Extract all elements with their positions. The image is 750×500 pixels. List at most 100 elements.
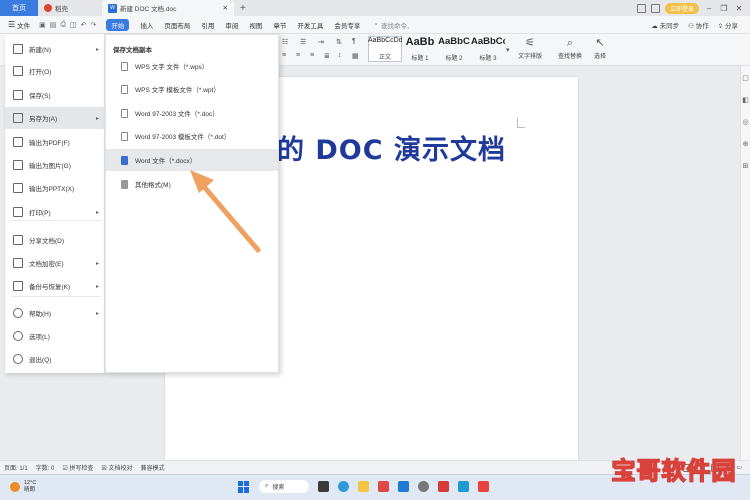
- text-layout-button[interactable]: ⚟ 文字排版: [518, 37, 542, 60]
- save-format-item-3[interactable]: Word 97-2003 模板文件（*.dot）: [106, 125, 278, 147]
- find-replace-button[interactable]: ⌕ 查找替换: [558, 37, 582, 60]
- undo-icon[interactable]: ↶: [81, 21, 87, 29]
- ribbon-tab-5[interactable]: 视图: [249, 20, 262, 30]
- edge-icon[interactable]: [338, 481, 349, 492]
- window-layout-icon[interactable]: [636, 3, 646, 13]
- ribbon-tab-1[interactable]: 插入: [140, 20, 153, 30]
- maximize-icon[interactable]: ❐: [719, 4, 729, 13]
- collab-button[interactable]: ⚇ 协作: [688, 20, 709, 30]
- redo-icon[interactable]: ↷: [91, 21, 97, 29]
- select-button[interactable]: ↖ 选择: [594, 37, 606, 60]
- file-menu-panel: 新建(N) ▸ 打开(O) 保存(S) 另存为(A) ▸ 输出为PDF(F) 输出为图片(G)…: [5, 34, 105, 373]
- command-search[interactable]: ⌕ 查找命令、: [374, 20, 444, 30]
- file-menu-item-10[interactable]: 备份与恢复(K) ▸: [5, 275, 105, 297]
- justify-icon[interactable]: ≣: [324, 52, 330, 60]
- ribbon-tab-4[interactable]: 审阅: [225, 20, 238, 30]
- save-format-item-4[interactable]: Word 文件（*.docx）: [106, 149, 278, 171]
- style-heading-3[interactable]: AaBbCc 标题 3: [471, 36, 505, 62]
- style-heading-2[interactable]: AaBbC 标题 2: [437, 36, 471, 62]
- sort-icon[interactable]: ⇅: [336, 38, 342, 46]
- windows-start-icon[interactable]: [238, 480, 250, 493]
- ribbon-tab-0[interactable]: 开始: [106, 18, 130, 31]
- file-menu-item-6[interactable]: 输出为PPTX(X): [5, 177, 105, 199]
- style-heading-1-sample: AaBb: [405, 36, 435, 48]
- bullet-list-icon[interactable]: ☷: [282, 38, 288, 46]
- side-tool-icon-1[interactable]: ▢: [742, 74, 749, 82]
- quick-export-icon[interactable]: ▤: [50, 21, 57, 29]
- login-button[interactable]: 立即登录: [664, 2, 699, 14]
- task-view-icon[interactable]: [318, 481, 329, 492]
- file-menu-item-12[interactable]: 选项(L): [5, 325, 105, 347]
- grid-apps-icon[interactable]: [650, 3, 660, 13]
- file-menu-item-0[interactable]: 新建(N) ▸: [5, 38, 105, 60]
- quick-save-icon[interactable]: ▣: [39, 21, 46, 29]
- side-tool-icon-3[interactable]: ◎: [742, 118, 748, 126]
- taskbar-search[interactable]: ⌕ 搜索: [259, 480, 309, 493]
- save-format-item-5[interactable]: 其他格式(M): [106, 173, 278, 195]
- share-label: 分享: [725, 22, 738, 30]
- tab-document[interactable]: W 新建 DOC 文档.doc ✕: [102, 0, 234, 16]
- file-menu-item-4[interactable]: 输出为PDF(F): [5, 131, 105, 153]
- exit-icon: [13, 354, 23, 364]
- ribbon-tab-8[interactable]: 会员专享: [334, 20, 360, 30]
- file-explorer-icon[interactable]: [358, 481, 369, 492]
- dao-logo-icon: [44, 4, 52, 12]
- file-menu-item-label: 新建(N): [29, 47, 52, 54]
- align-center-icon[interactable]: ≡: [296, 52, 300, 59]
- close-tab-icon[interactable]: ✕: [223, 4, 228, 12]
- save-format-item-2[interactable]: Word 97-2003 文件（*.doc）: [106, 102, 278, 124]
- paragraph-icon[interactable]: ¶: [352, 38, 356, 45]
- file-menu-item-9[interactable]: 文档加密(E) ▸: [5, 252, 105, 274]
- ribbon-tab-2[interactable]: 页面布局: [164, 20, 190, 30]
- menu-divider: [11, 296, 101, 297]
- line-spacing-icon[interactable]: ↕: [338, 52, 342, 59]
- file-menu-item-label: 输出为PDF(F): [29, 140, 70, 147]
- wps-office-icon[interactable]: [438, 481, 449, 492]
- align-right-icon[interactable]: ≡: [310, 52, 314, 59]
- wps-writer-icon[interactable]: [478, 481, 489, 492]
- ribbon-tab-6[interactable]: 章节: [273, 20, 286, 30]
- quick-print-icon[interactable]: ⎙: [60, 21, 66, 29]
- indent-icon[interactable]: ⇥: [318, 38, 324, 46]
- mail-icon[interactable]: [398, 481, 409, 492]
- margin-corner-mark: [517, 118, 525, 128]
- save-format-item-1[interactable]: WPS 文字 模板文件（*.wpt）: [106, 78, 278, 100]
- taskbar-app-icon[interactable]: [458, 481, 469, 492]
- side-tool-icon-5[interactable]: ⊞: [743, 162, 749, 170]
- save-format-item-0[interactable]: WPS 文字 文件（*.wps）: [106, 55, 278, 77]
- proofread-toggle[interactable]: ☒ 文档校对: [101, 463, 132, 472]
- settings-gear-icon[interactable]: [418, 481, 429, 492]
- file-menu-item-1[interactable]: 打开(O): [5, 60, 105, 82]
- share-button[interactable]: ⇪ 分享: [718, 20, 738, 30]
- ribbon-tab-7[interactable]: 开发工具: [297, 20, 323, 30]
- file-menu-item-8[interactable]: 分享文档(D): [5, 229, 105, 251]
- spell-check-toggle[interactable]: ☑ 拼写检查: [62, 463, 93, 472]
- spell-check-label: 拼写检查: [69, 466, 94, 472]
- new-tab-icon[interactable]: +: [234, 3, 252, 14]
- app-store-icon[interactable]: [378, 481, 389, 492]
- submenu-chevron-icon: ▸: [95, 209, 99, 216]
- file-menu-item-5[interactable]: 输出为图片(G): [5, 154, 105, 176]
- ribbon-tab-3[interactable]: 引用: [201, 20, 214, 30]
- file-menu-button[interactable]: ☰ 文件: [5, 18, 33, 32]
- tab-home[interactable]: 首页: [0, 0, 38, 16]
- document-heading[interactable]: 的 DOC 演示文档: [277, 128, 506, 167]
- quick-preview-icon[interactable]: ◫: [70, 21, 77, 29]
- weather-widget[interactable]: 12°C 晴朗: [10, 480, 36, 494]
- close-window-icon[interactable]: ✕: [734, 4, 744, 13]
- file-menu-item-13[interactable]: 退出(Q): [5, 348, 105, 370]
- style-heading-1[interactable]: AaBb 标题 1: [403, 36, 437, 62]
- file-menu-item-2[interactable]: 保存(S): [5, 84, 105, 106]
- side-tool-icon-4[interactable]: ⊕: [743, 140, 749, 148]
- styles-more-icon[interactable]: ▾: [506, 46, 510, 54]
- style-normal[interactable]: AaBbCcDd 正文: [368, 36, 402, 62]
- sync-status[interactable]: ☁ 未同步: [651, 20, 679, 30]
- file-menu-item-11[interactable]: 帮助(H) ▸: [5, 302, 105, 324]
- number-list-icon[interactable]: ☰: [300, 38, 306, 46]
- border-icon[interactable]: ▦: [352, 52, 359, 60]
- align-left-icon[interactable]: ≡: [282, 52, 286, 59]
- minimize-icon[interactable]: –: [704, 4, 714, 13]
- tab-dao[interactable]: 稻壳: [38, 0, 102, 16]
- side-tool-icon-2[interactable]: ◧: [742, 96, 749, 104]
- submenu-title: 保存文档副本: [113, 47, 152, 54]
